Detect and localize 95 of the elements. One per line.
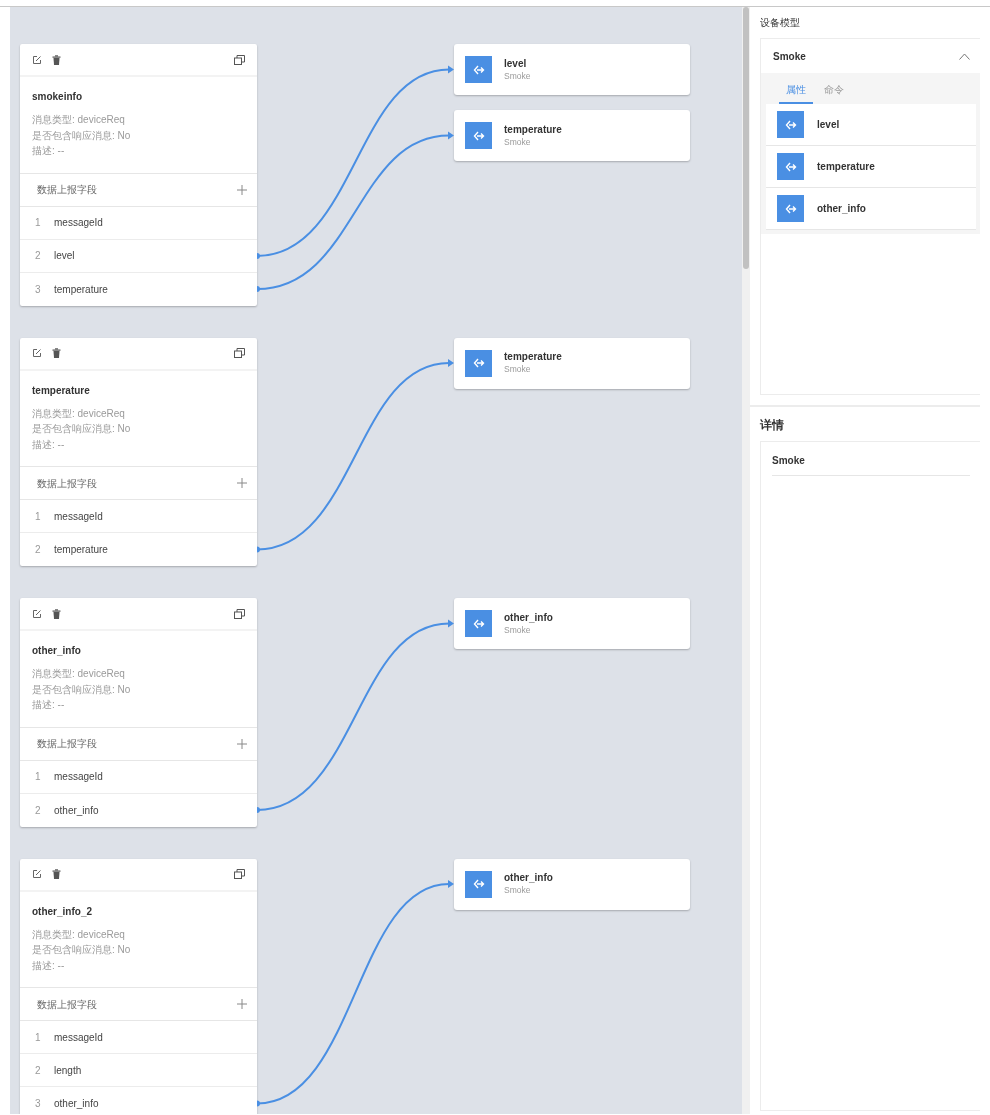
scrollbar-thumb[interactable] bbox=[743, 7, 749, 269]
field-number: 2 bbox=[35, 543, 42, 557]
field-number: 3 bbox=[35, 282, 42, 297]
message-info: 消息类型: deviceReq bbox=[32, 113, 126, 127]
field-number: 2 bbox=[35, 249, 42, 263]
message-info: 是否包含响应消息: No bbox=[32, 682, 132, 697]
section-label: 数据上报字段 bbox=[37, 737, 97, 751]
field-name: messageId bbox=[54, 1030, 103, 1045]
section-label: 数据上报字段 bbox=[37, 183, 97, 197]
field-row[interactable]: 1 messageId bbox=[20, 760, 257, 794]
device-name: Smoke bbox=[504, 69, 531, 83]
property-name: temperature bbox=[504, 350, 562, 364]
delete-icon[interactable] bbox=[52, 869, 61, 879]
property-icon bbox=[777, 153, 804, 180]
message-title: other_info bbox=[32, 644, 82, 658]
message-info: 是否包含响应消息: No bbox=[32, 128, 132, 143]
field-name: messageId bbox=[54, 216, 103, 230]
property-icon bbox=[777, 195, 804, 222]
message-info: 是否包含响应消息: No bbox=[32, 943, 132, 957]
property-name: other_info bbox=[504, 610, 553, 624]
field-row[interactable]: 1 messageId bbox=[20, 206, 257, 240]
property-card[interactable]: other_info Smoke bbox=[454, 858, 690, 910]
field-name: other_info bbox=[54, 803, 99, 818]
field-name: temperature bbox=[54, 282, 108, 297]
device-name: Smoke bbox=[773, 49, 806, 64]
field-row[interactable]: 1 messageId bbox=[20, 500, 257, 533]
device-name: Smoke bbox=[504, 363, 532, 376]
field-number: 2 bbox=[35, 803, 42, 818]
property-name[interactable]: level bbox=[817, 117, 840, 132]
message-info: 描述: -- bbox=[32, 437, 66, 452]
property-icon bbox=[777, 111, 804, 138]
device-name: Smoke bbox=[504, 623, 532, 637]
property-card[interactable]: level Smoke bbox=[454, 44, 690, 95]
message-info: 消息类型: deviceReq bbox=[32, 406, 126, 421]
property-icon bbox=[465, 870, 492, 898]
field-row[interactable]: 1 messageId bbox=[20, 1021, 257, 1054]
message-info: 消息类型: deviceReq bbox=[32, 667, 126, 681]
section-label: 数据上报字段 bbox=[37, 997, 97, 1012]
field-name: other_info bbox=[54, 1097, 99, 1111]
property-icon bbox=[465, 610, 492, 637]
property-name: other_info bbox=[504, 871, 553, 885]
device-name: Smoke bbox=[504, 135, 532, 149]
message-info: 是否包含响应消息: No bbox=[32, 422, 132, 436]
field-row[interactable]: 2 other_info bbox=[20, 793, 257, 827]
property-icon bbox=[465, 122, 492, 149]
device-name: Smoke bbox=[504, 884, 532, 897]
field-number: 3 bbox=[35, 1097, 42, 1111]
message-info: 描述: -- bbox=[32, 958, 66, 973]
field-row[interactable]: 3 other_info bbox=[20, 1087, 257, 1114]
field-name: length bbox=[54, 1063, 82, 1078]
device-name: Smoke bbox=[772, 453, 970, 476]
field-row[interactable]: 2 temperature bbox=[20, 533, 257, 566]
copy-icon[interactable] bbox=[234, 348, 245, 358]
message-title: other_info_2 bbox=[32, 904, 93, 919]
message-title: temperature bbox=[32, 383, 91, 398]
message-info: 消息类型: deviceReq bbox=[32, 927, 126, 942]
field-row[interactable]: 2 length bbox=[20, 1054, 257, 1087]
copy-icon[interactable] bbox=[234, 869, 245, 879]
edit-icon[interactable] bbox=[32, 348, 42, 358]
field-name: level bbox=[54, 249, 75, 263]
message-info: 描述: -- bbox=[32, 698, 66, 712]
copy-icon[interactable] bbox=[234, 54, 245, 65]
field-name: messageId bbox=[54, 770, 103, 784]
delete-icon[interactable] bbox=[52, 54, 61, 65]
accordion-header[interactable]: Smoke bbox=[761, 39, 980, 73]
delete-icon[interactable] bbox=[52, 608, 61, 619]
field-number: 2 bbox=[35, 1063, 42, 1078]
delete-icon[interactable] bbox=[52, 348, 61, 358]
field-name: temperature bbox=[54, 543, 108, 557]
message-info: 描述: -- bbox=[32, 144, 66, 158]
copy-icon[interactable] bbox=[234, 608, 245, 619]
field-row[interactable]: 3 temperature bbox=[20, 272, 257, 306]
property-icon bbox=[465, 349, 492, 377]
field-number: 1 bbox=[35, 770, 42, 784]
property-name[interactable]: temperature bbox=[817, 159, 875, 174]
field-number: 1 bbox=[35, 1030, 42, 1045]
edit-icon[interactable] bbox=[32, 608, 42, 619]
panel-title: 设备模型 bbox=[760, 16, 801, 30]
section-title: 详情 bbox=[760, 417, 785, 434]
property-card[interactable]: temperature Smoke bbox=[454, 337, 690, 389]
message-title: smokeinfo bbox=[32, 90, 83, 104]
field-name: messageId bbox=[54, 509, 103, 524]
edit-icon[interactable] bbox=[32, 869, 42, 879]
property-name: temperature bbox=[504, 122, 562, 136]
property-card[interactable]: temperature Smoke bbox=[454, 110, 690, 161]
property-name: level bbox=[504, 56, 528, 70]
property-icon bbox=[465, 56, 492, 83]
section-label: 数据上报字段 bbox=[37, 476, 97, 491]
chevron-up-icon[interactable] bbox=[959, 52, 970, 60]
field-number: 1 bbox=[35, 216, 42, 230]
property-name[interactable]: other_info bbox=[817, 201, 866, 216]
field-row[interactable]: 2 level bbox=[20, 239, 257, 273]
property-card[interactable]: other_info Smoke bbox=[454, 598, 690, 649]
edit-icon[interactable] bbox=[32, 54, 42, 65]
field-number: 1 bbox=[35, 509, 42, 524]
